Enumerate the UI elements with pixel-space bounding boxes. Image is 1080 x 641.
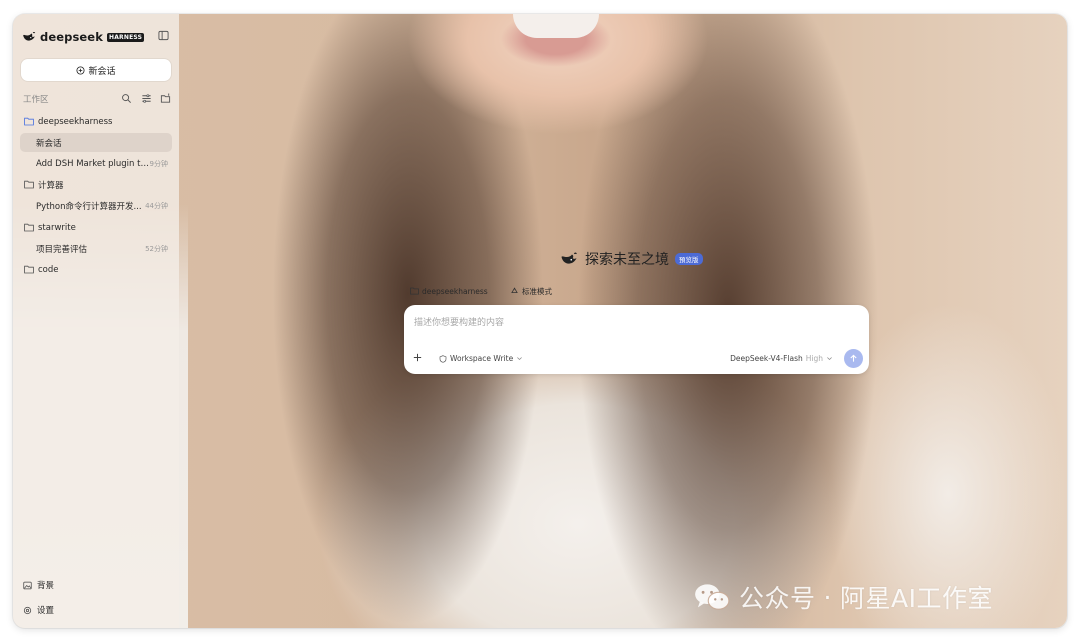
chevron-down-icon [827, 357, 832, 361]
whale-logo-icon [23, 32, 36, 41]
folder-icon [24, 265, 34, 274]
folder-icon [24, 117, 34, 126]
chat-item[interactable]: 新会话 [20, 133, 172, 152]
sidebar: deepseek HARNESS 新会话 工作区 deepseekharness… [13, 14, 179, 628]
sidebar-toggle-icon[interactable] [158, 30, 169, 41]
folder-icon [24, 223, 34, 232]
hero-title: 探索未至之境 [585, 252, 669, 268]
model-selector[interactable]: DeepSeek-V4-Flash High [730, 354, 833, 363]
workspace-label: 工作区 [23, 95, 49, 105]
chat-time: 9分钟 [149, 159, 168, 168]
settings-label: 设置 [37, 606, 55, 616]
prompt-input[interactable]: 描述你想要构建的内容 [414, 315, 504, 328]
watermark-left: 公众号 [739, 584, 816, 613]
chat-title: 项目完善评估 [36, 244, 88, 255]
chat-item[interactable]: Add DSH Market plugin to ... 9分钟 [20, 154, 172, 173]
background-setting-button[interactable]: 背景 [23, 578, 54, 592]
attach-plus-icon[interactable] [412, 352, 423, 363]
new-chat-label: 新会话 [88, 66, 116, 77]
project-name: code [38, 264, 59, 275]
folder-icon [24, 180, 34, 189]
image-icon [23, 581, 32, 589]
chat-time: 52分钟 [145, 244, 168, 253]
project-name: starwrite [38, 222, 76, 233]
mode-chip-label: 标准模式 [522, 286, 552, 296]
preview-badge: 預览版 [675, 253, 703, 265]
permission-label: Workspace Write [450, 354, 514, 363]
model-name: DeepSeek-V4-Flash [730, 354, 803, 363]
new-chat-button[interactable]: 新会话 [21, 59, 171, 81]
chevron-down-icon [517, 357, 523, 361]
brand-badge: HARNESS [106, 32, 145, 42]
chat-title: 新会话 [36, 138, 62, 149]
background-label: 背景 [37, 581, 55, 591]
app-window: deepseek HARNESS 新会话 工作区 deepseekharness… [13, 14, 1067, 628]
composer: 描述你想要构建的内容 Workspace Write DeepSeek-V4-F… [404, 305, 869, 374]
project-calculator[interactable]: 计算器 [20, 175, 172, 194]
gear-icon [23, 606, 32, 614]
project-starwrite[interactable]: starwrite [20, 218, 172, 237]
workspace-header: 工作区 [23, 93, 171, 105]
watermark: 公众号 · 阿星AI工作室 [693, 582, 993, 613]
chat-time: 44分钟 [145, 201, 168, 210]
folder-icon [410, 287, 419, 295]
chat-item[interactable]: 项目完善评估 52分钟 [20, 239, 172, 258]
project-code[interactable]: code [20, 260, 172, 279]
watermark-right: 阿星AI工作室 [839, 584, 993, 613]
project-deepseekharness[interactable]: deepseekharness [20, 112, 172, 131]
permission-selector[interactable]: Workspace Write [439, 354, 523, 363]
whale-logo-icon [561, 252, 577, 264]
filter-icon[interactable] [141, 93, 152, 104]
recycle-icon [511, 286, 518, 293]
project-name: deepseekharness [38, 116, 113, 127]
chat-title: Add DSH Market plugin to ... [36, 158, 150, 169]
background-photo-detail [513, 14, 599, 38]
chat-title: Python命令行计算器开发... [36, 201, 142, 212]
project-name: 计算器 [38, 180, 64, 191]
brand: deepseek HARNESS [22, 29, 145, 45]
new-folder-icon[interactable] [160, 93, 171, 104]
hero-heading: 探索未至之境 預览版 [559, 249, 703, 269]
arrow-up-icon [850, 354, 857, 362]
send-button[interactable] [844, 349, 863, 368]
search-icon[interactable] [121, 93, 132, 104]
settings-button[interactable]: 设置 [23, 603, 54, 617]
brand-name: deepseek [40, 30, 103, 44]
workspace-chip-label: deepseekharness [422, 286, 488, 296]
workspace-chip[interactable]: deepseekharness [410, 285, 488, 297]
effort-level: High [805, 354, 823, 363]
shield-icon [439, 354, 447, 363]
plus-circle-icon [76, 65, 85, 75]
mode-chip[interactable]: 标准模式 [510, 285, 552, 297]
watermark-dot: · [823, 582, 832, 612]
chat-item[interactable]: Python命令行计算器开发... 44分钟 [20, 196, 172, 215]
wechat-icon [695, 584, 730, 610]
